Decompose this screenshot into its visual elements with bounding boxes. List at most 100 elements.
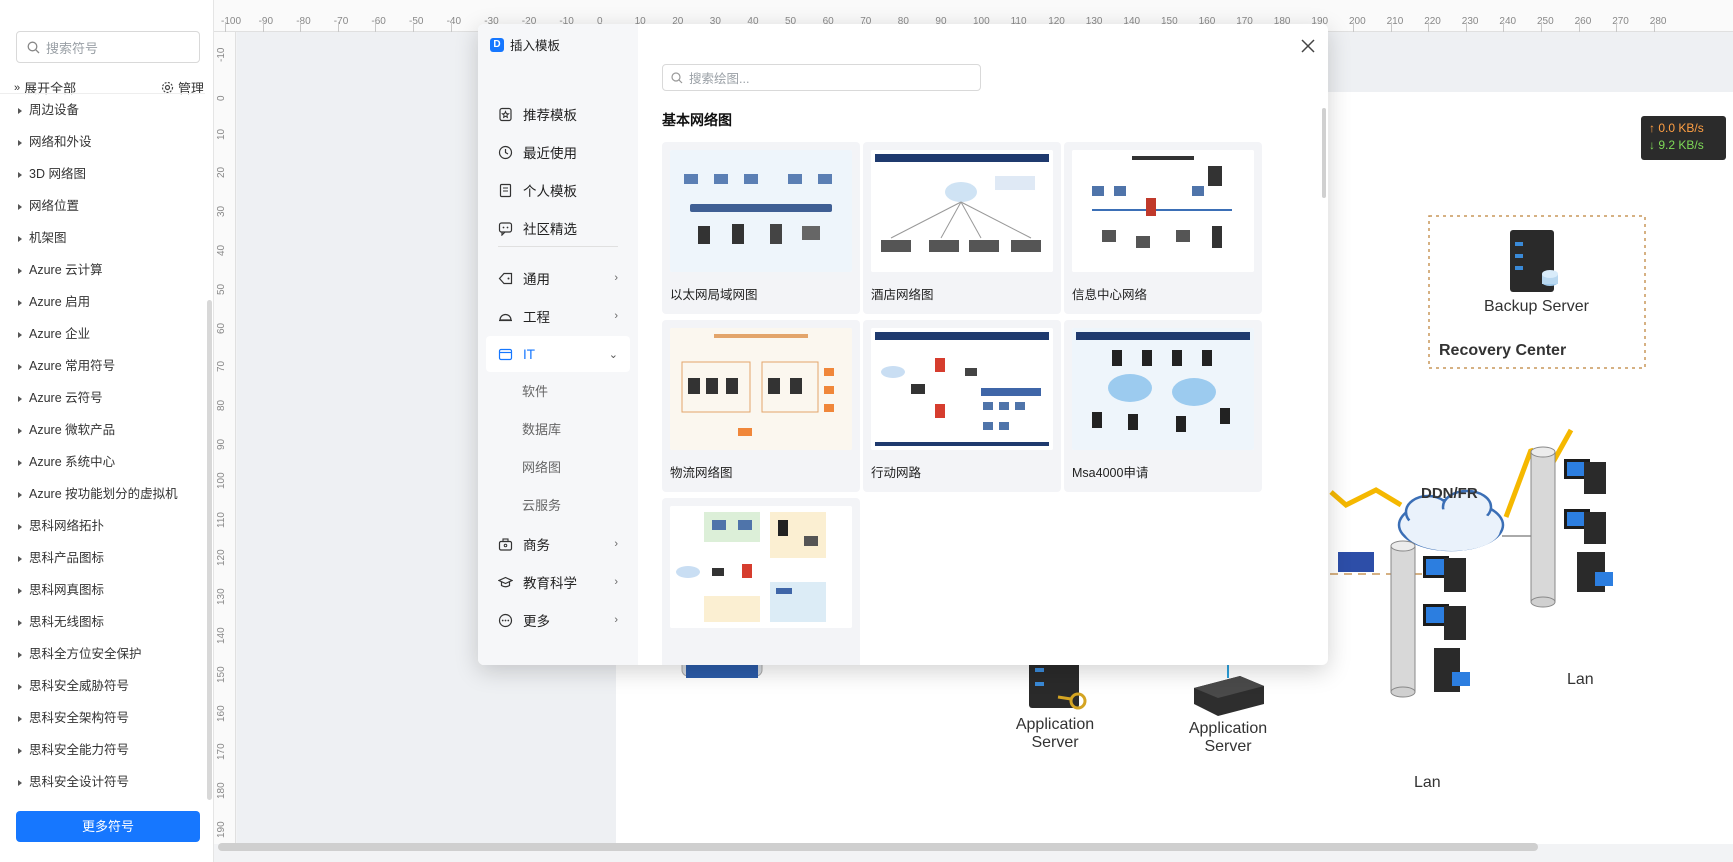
symbol-category-label: 思科安全能力符号 [29,743,130,757]
symbol-category-item[interactable]: 思科安全威胁符号 [0,670,205,702]
left-ruler-tick-label: 50 [216,283,227,295]
nav-engineering[interactable]: 工程 › [486,298,630,334]
top-ruler-tick-label: -40 [446,16,462,27]
symbol-category-item[interactable]: 3D 网络图 [0,158,205,190]
template-card-logistics[interactable]: 物流网络图 [662,320,860,492]
chevron-right-icon: › [614,310,618,322]
symbol-category-item[interactable]: 网络位置 [0,190,205,222]
left-ruler-tick-label: 80 [216,400,227,412]
helmet-icon [499,313,512,321]
symbol-category-item[interactable]: 思科安全能力符号 [0,734,205,766]
nav-it[interactable]: IT ⌄ [486,336,630,372]
nav-business-label: 商务 [523,538,550,553]
symbol-category-item[interactable]: 网络和外设 [0,126,205,158]
symbol-category-item[interactable]: 周边设备 [0,94,205,126]
nav-general[interactable]: 通用 › [486,260,630,296]
more-symbols-button[interactable]: 更多符号 [16,811,200,842]
nav-business[interactable]: 商务 › [486,526,630,562]
template-search-input[interactable]: 搜索绘图... [662,64,981,91]
logistics-thumbnail [670,328,852,450]
symbol-category-item[interactable]: 思科产品图标 [0,542,205,574]
top-ruler-tick [1578,22,1580,32]
close-icon[interactable] [1298,36,1318,56]
symbol-category-item[interactable]: Azure 云符号 [0,382,205,414]
template-card-msa4000[interactable]: Msa4000申请 [1064,320,1262,492]
symbol-category-label: 网络位置 [29,199,80,213]
symbol-category-item[interactable]: 思科网络拓扑 [0,510,205,542]
nav-engineering-label: 工程 [523,310,550,325]
top-ruler-tick-label: -60 [371,16,386,27]
symbol-category-item[interactable]: Azure 云计算 [0,254,205,286]
caret-right-icon [18,267,22,274]
nav-recent[interactable]: 最近使用 [486,134,630,170]
symbol-category-label: 3D 网络图 [29,167,86,181]
left-ruler-tick-label: 40 [216,244,227,256]
msa4000-thumbnail [1072,328,1254,450]
chevron-right-icon: › [614,272,618,284]
caret-right-icon [18,363,22,370]
symbol-category-item[interactable]: 思科安全架构符号 [0,702,205,734]
nav-it-software[interactable]: 软件 [522,374,548,410]
caret-right-icon [18,747,22,754]
caret-right-icon [18,587,22,594]
chevrons-down-icon: » [14,81,21,94]
caret-right-icon [18,459,22,466]
nav-community-label: 社区精选 [523,222,577,237]
symbol-category-item[interactable]: Azure 微软产品 [0,414,205,446]
caret-right-icon [18,523,22,530]
symbol-category-item[interactable]: 思科全方位安全保护 [0,638,205,670]
nav-it-database[interactable]: 数据库 [522,412,561,448]
left-ruler-tick-label: 10 [216,128,227,140]
nav-it-cloud[interactable]: 云服务 [522,488,561,524]
left-ruler-tick-label: 60 [216,322,227,334]
left-ruler-tick-label: 150 [216,666,227,683]
left-ruler-tick-label: 190 [216,821,227,838]
symbol-category-item[interactable]: Azure 按功能划分的虚拟机 [0,478,205,510]
top-ruler-tick [262,22,264,32]
template-card-ethernet-lan[interactable]: 以太网局域网图 [662,142,860,314]
lan-label-2: Lan [1414,774,1441,791]
template-label: 酒店网络图 [871,288,934,302]
top-ruler-tick [1465,22,1467,32]
symbol-category-item[interactable]: Azure 启用 [0,286,205,318]
nav-recommended[interactable]: 推荐模板 [486,96,630,132]
nav-personal[interactable]: 个人模板 [486,172,630,208]
top-ruler-tick-label: 210 [1386,16,1404,27]
symbol-search-input[interactable]: 搜索符号 [16,31,200,63]
nav-community[interactable]: 社区精选 [486,210,630,246]
caret-right-icon [18,651,22,658]
top-ruler-tick [1390,22,1392,32]
template-card-7[interactable] [662,498,860,665]
symbol-category-item[interactable]: 思科无线图标 [0,606,205,638]
nav-general-label: 通用 [523,272,550,287]
symbol-category-item[interactable]: Azure 系统中心 [0,446,205,478]
template-card-hotel-network[interactable]: 酒店网络图 [863,142,1061,314]
template-card-mobile-network[interactable]: 行动网路 [863,320,1061,492]
top-ruler-tick [1428,22,1430,32]
left-ruler-tick-label: 160 [216,704,227,722]
symbol-category-label: 周边设备 [29,103,80,117]
switch-icon [1338,552,1374,572]
symbol-category-item[interactable]: 思科安全设计符号 [0,766,205,788]
top-ruler-tick-label: -70 [333,16,349,27]
horizontal-scrollbar[interactable] [218,843,1538,851]
left-panel-scrollbar[interactable] [207,300,212,800]
caret-right-icon [18,299,22,306]
briefcase-icon [498,537,513,551]
caret-right-icon [18,715,22,722]
lightning-link-2 [1329,487,1403,508]
left-ruler-tick-label: 170 [216,743,227,761]
template-card-info-center[interactable]: 信息中心网络 [1064,142,1262,314]
left-ruler-tick-label: 90 [216,438,227,450]
template-label: 行动网路 [871,466,922,480]
nav-education[interactable]: 教育科学 › [486,564,630,600]
symbol-category-item[interactable]: Azure 企业 [0,318,205,350]
nav-it-network[interactable]: 网络图 [522,450,561,486]
symbol-category-item[interactable]: Azure 常用符号 [0,350,205,382]
application-server-1-label: Application Server [1015,716,1095,751]
nav-more[interactable]: 更多 › [486,602,630,638]
symbol-category-item[interactable]: 机架图 [0,222,205,254]
symbol-category-item[interactable]: 思科网真图标 [0,574,205,606]
template-list-scrollbar[interactable] [1322,108,1326,198]
application-server-2-icon [1194,676,1264,716]
